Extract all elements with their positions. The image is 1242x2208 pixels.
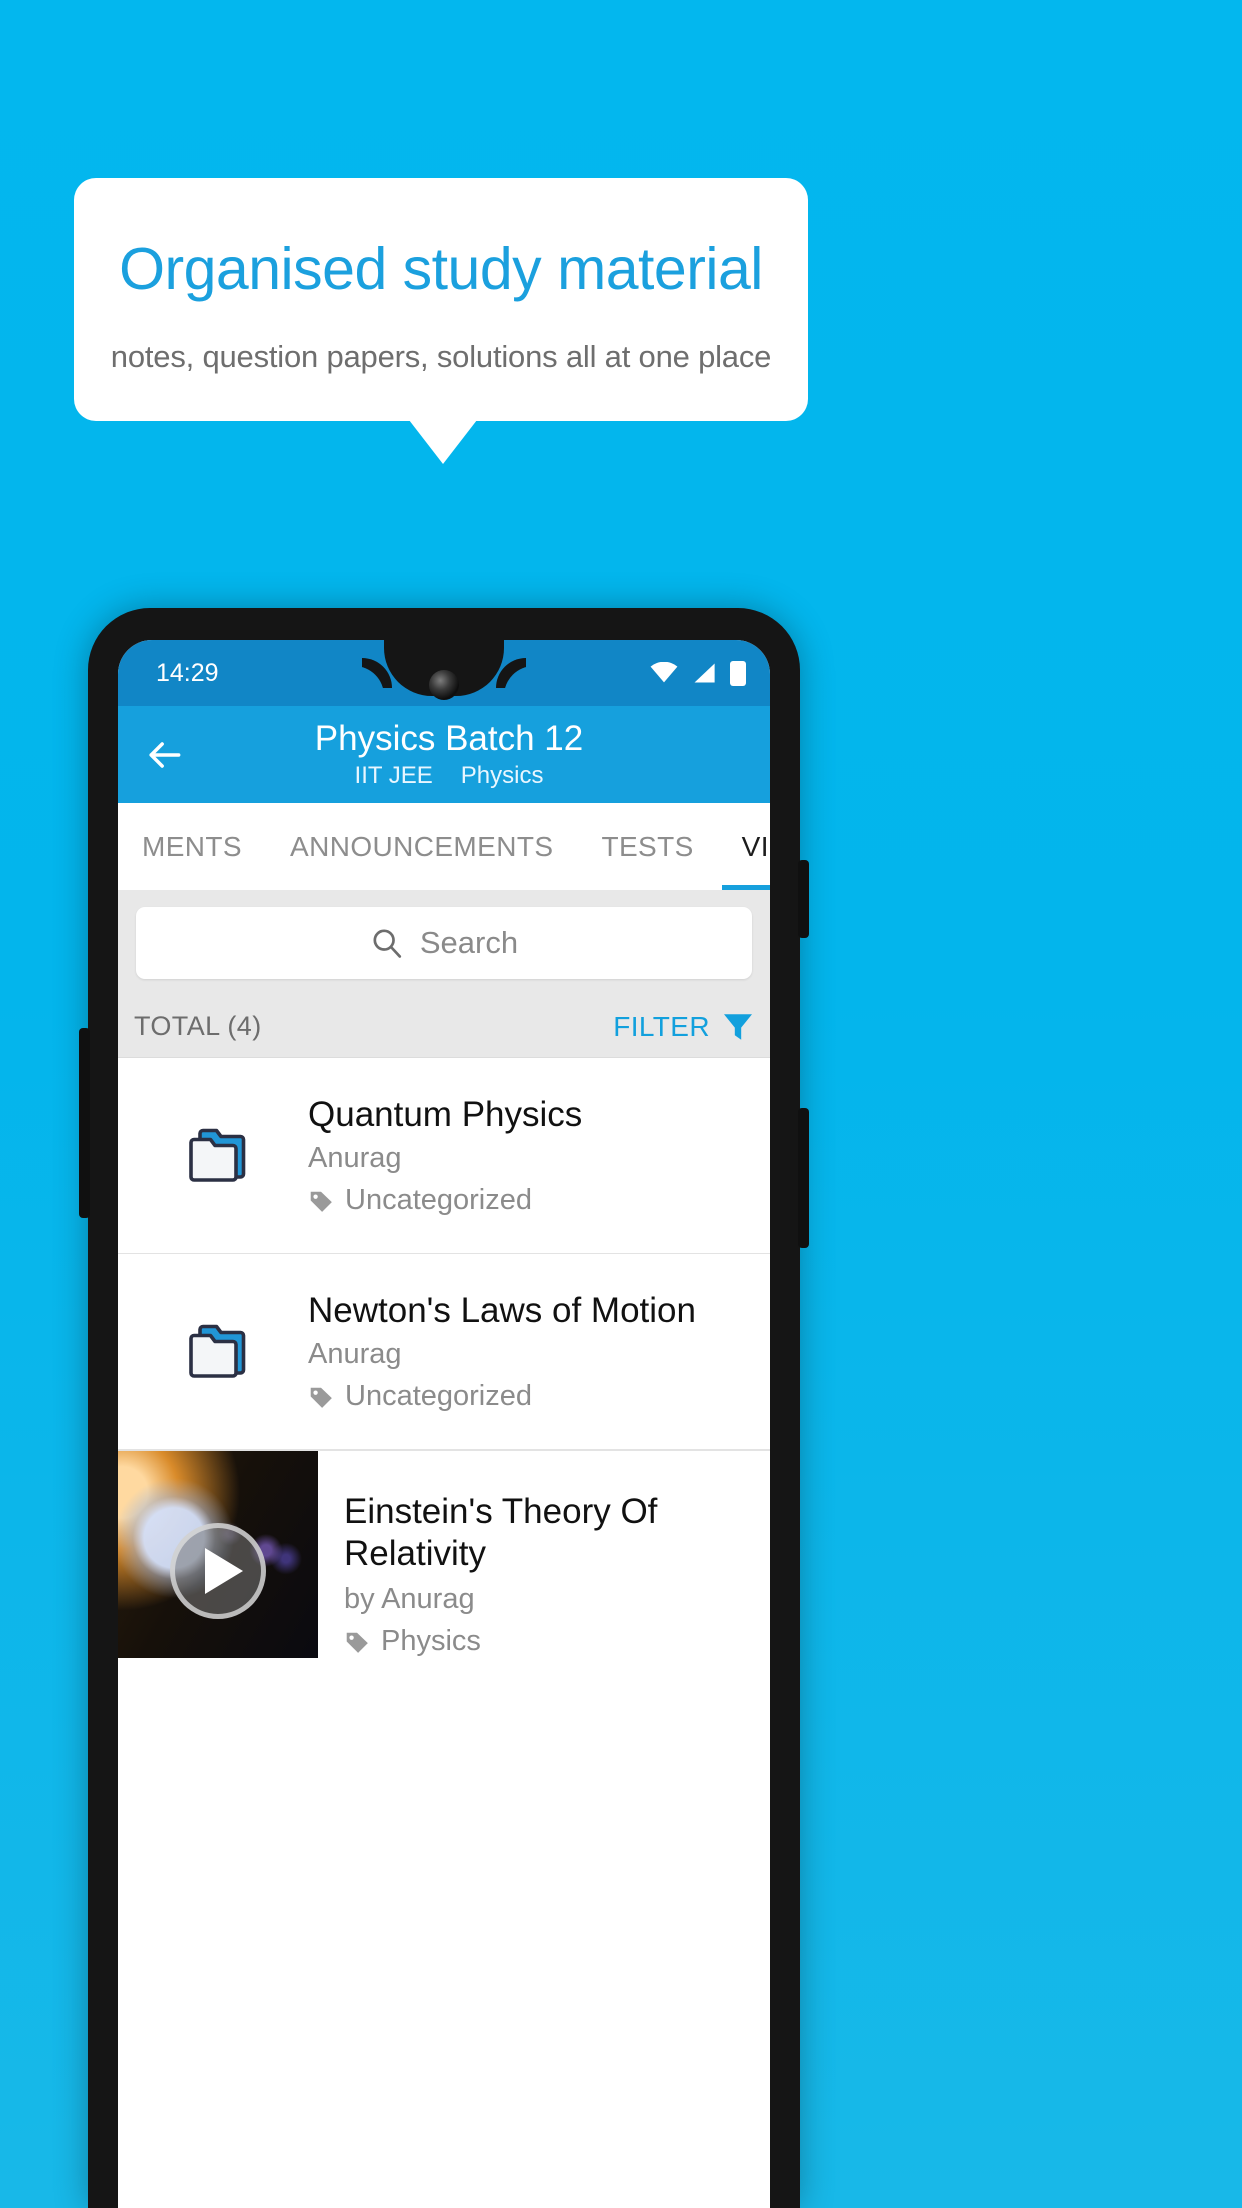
list-item-title: Einstein's Theory Of Relativity bbox=[344, 1492, 658, 1573]
promo-bubble: Organised study material notes, question… bbox=[74, 178, 808, 421]
list-item[interactable]: Einstein's Theory Of Relativity by Anura… bbox=[118, 1450, 770, 1658]
tab-tests[interactable]: TESTS bbox=[577, 803, 717, 890]
search-input[interactable]: Search bbox=[136, 907, 752, 979]
phone-frame: 14:29 Physics Batch 12 IIT JEE Physics M… bbox=[79, 608, 809, 2208]
status-icons bbox=[650, 660, 746, 686]
subtitle-subject: Physics bbox=[460, 761, 544, 789]
phone-side-button[interactable] bbox=[79, 1028, 90, 1218]
page-title: Physics Batch 12 bbox=[314, 719, 584, 759]
list-item-icon bbox=[128, 1126, 308, 1186]
list-header: TOTAL (4) FILTER bbox=[118, 996, 770, 1058]
list-item-title: Quantum Physics bbox=[308, 1095, 583, 1134]
list-item-tag: Uncategorized bbox=[308, 1380, 744, 1413]
subtitle-exam: IIT JEE bbox=[354, 761, 433, 789]
filter-label: FILTER bbox=[613, 1010, 710, 1042]
play-icon[interactable] bbox=[170, 1523, 266, 1620]
phone-screen: 14:29 Physics Batch 12 IIT JEE Physics M… bbox=[118, 640, 770, 2208]
list-item-body: Newton's Laws of Motion Anurag Uncategor… bbox=[308, 1290, 760, 1413]
list-item-author: Anurag bbox=[308, 1142, 402, 1174]
list-item-title: Newton's Laws of Motion bbox=[308, 1291, 696, 1330]
promo-title: Organised study material bbox=[119, 236, 763, 302]
list-item-tag-text: Uncategorized bbox=[345, 1380, 532, 1412]
search-area: Search bbox=[118, 890, 770, 996]
list-item-body: Einstein's Theory Of Relativity by Anura… bbox=[318, 1451, 770, 1658]
tab-announcements[interactable]: ANNOUNCEMENTS bbox=[266, 803, 577, 890]
folder-icon bbox=[189, 1324, 246, 1378]
filter-button[interactable]: FILTER bbox=[613, 1011, 754, 1043]
total-count: TOTAL (4) bbox=[134, 1011, 262, 1041]
list-item-tag: Uncategorized bbox=[308, 1184, 744, 1217]
app-bar: Physics Batch 12 IIT JEE Physics bbox=[118, 706, 770, 803]
search-placeholder: Search bbox=[419, 925, 519, 960]
wifi-icon bbox=[650, 662, 678, 683]
list-item[interactable]: Newton's Laws of Motion Anurag Uncategor… bbox=[118, 1254, 770, 1450]
content-list: Quantum Physics Anurag Uncategorized New… bbox=[118, 1058, 770, 1658]
tab-bar: MENTS ANNOUNCEMENTS TESTS VIDEOS bbox=[118, 803, 770, 890]
phone-volume-button[interactable] bbox=[798, 1108, 809, 1248]
status-time: 14:29 bbox=[156, 658, 219, 687]
status-bar: 14:29 bbox=[118, 640, 770, 706]
list-item-author: Anurag bbox=[308, 1338, 402, 1370]
phone-power-button[interactable] bbox=[798, 860, 809, 938]
promo-bubble-tail bbox=[409, 420, 477, 464]
tag-icon bbox=[346, 1632, 368, 1653]
tab-ments[interactable]: MENTS bbox=[118, 803, 266, 890]
promo-subtitle: notes, question papers, solutions all at… bbox=[110, 339, 772, 374]
tag-icon bbox=[310, 1387, 332, 1408]
tab-videos[interactable]: VIDEOS bbox=[718, 803, 770, 890]
app-bar-subtitle: IIT JEE Physics bbox=[128, 762, 770, 790]
signal-icon bbox=[694, 663, 715, 683]
list-item[interactable]: Quantum Physics Anurag Uncategorized bbox=[118, 1058, 770, 1254]
list-item-body: Quantum Physics Anurag Uncategorized bbox=[308, 1094, 760, 1217]
list-item-icon bbox=[128, 1322, 308, 1382]
folder-icon bbox=[189, 1128, 246, 1182]
video-thumbnail[interactable] bbox=[118, 1451, 318, 1658]
search-icon bbox=[373, 929, 401, 958]
battery-icon bbox=[730, 660, 746, 686]
list-item-tag-text: Physics bbox=[381, 1625, 481, 1657]
app-bar-titles: Physics Batch 12 IIT JEE Physics bbox=[118, 719, 770, 789]
arrow-left-icon[interactable] bbox=[142, 733, 186, 777]
tag-icon bbox=[310, 1191, 332, 1212]
list-item-tag-text: Uncategorized bbox=[345, 1184, 532, 1216]
filter-icon bbox=[724, 1013, 752, 1040]
list-item-author: by Anurag bbox=[344, 1583, 475, 1615]
list-item-tag: Physics bbox=[344, 1625, 754, 1658]
